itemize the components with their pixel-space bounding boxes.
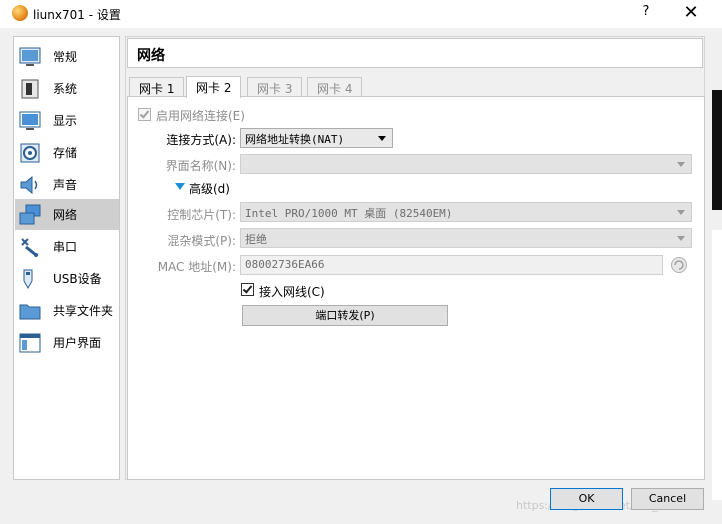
- sidebar-item-serial-port[interactable]: 串口: [15, 231, 119, 262]
- sidebar-item-system[interactable]: 系统: [15, 73, 119, 104]
- sidebar-item-general[interactable]: 常规: [15, 41, 119, 72]
- expand-triangle-icon[interactable]: [175, 183, 185, 190]
- tab-adapter-4[interactable]: 网卡 4: [307, 77, 363, 97]
- usb-icon: [18, 267, 42, 291]
- adapter-type-label: 控制芯片(T):: [167, 208, 236, 222]
- help-button[interactable]: ?: [636, 4, 656, 24]
- background-window-fragment-2: [712, 230, 722, 500]
- sidebar-item-label: 网络: [53, 208, 78, 222]
- sidebar-item-label: USB设备: [53, 272, 102, 286]
- sidebar-item-user-interface[interactable]: 用户界面: [15, 327, 119, 358]
- tab-adapter-2[interactable]: 网卡 2: [186, 76, 242, 98]
- adapter-type-select[interactable]: Intel PRO/1000 MT 桌面 (82540EM): [240, 202, 692, 222]
- sidebar-item-label: 常规: [53, 50, 78, 64]
- tab-adapter-3[interactable]: 网卡 3: [247, 77, 303, 97]
- chevron-down-icon: [677, 162, 685, 167]
- promiscuous-label: 混杂模式(P):: [167, 234, 236, 248]
- settings-sidebar: 常规 系统 显示 存储 声音 网络 串口 USB设备 共享文件夹 用户界面: [13, 36, 120, 480]
- chevron-down-icon: [378, 136, 386, 141]
- sidebar-item-audio[interactable]: 声音: [15, 169, 119, 200]
- ok-button[interactable]: OK: [550, 488, 623, 510]
- storage-icon: [18, 141, 42, 165]
- network-icon: [18, 203, 42, 227]
- cancel-button[interactable]: Cancel: [631, 488, 704, 510]
- enable-adapter-label: 启用网络连接(E): [156, 109, 245, 123]
- sidebar-item-label: 串口: [53, 240, 78, 254]
- chevron-down-icon: [677, 236, 685, 241]
- close-button[interactable]: ✕: [680, 2, 702, 24]
- display-icon: [18, 109, 42, 133]
- audio-icon: [18, 173, 42, 197]
- sidebar-item-storage[interactable]: 存储: [15, 137, 119, 168]
- virtualbox-app-icon: [12, 5, 28, 21]
- mac-label: MAC 地址(M):: [157, 260, 236, 274]
- user-interface-icon: [18, 331, 42, 355]
- attached-to-value: 网络地址转换(NAT): [245, 133, 345, 146]
- general-icon: [18, 45, 42, 69]
- window-title: liunx701 - 设置: [33, 8, 121, 22]
- background-window-fragment: [712, 90, 722, 210]
- sidebar-item-shared-folders[interactable]: 共享文件夹: [15, 295, 119, 326]
- tab-adapter-1[interactable]: 网卡 1: [129, 77, 185, 97]
- sidebar-item-label: 用户界面: [53, 336, 102, 350]
- adapter-type-value: Intel PRO/1000 MT 桌面 (82540EM): [245, 207, 453, 220]
- promiscuous-value: 拒绝: [245, 233, 267, 246]
- enable-adapter-checkbox[interactable]: [138, 108, 151, 121]
- refresh-mac-icon[interactable]: [671, 257, 687, 273]
- attached-to-label: 连接方式(A):: [166, 133, 236, 147]
- mac-field[interactable]: 08002736EA66: [240, 255, 663, 275]
- sidebar-item-label: 系统: [53, 82, 78, 96]
- serial-port-icon: [18, 235, 42, 259]
- sidebar-item-label: 存储: [53, 146, 78, 160]
- sidebar-item-label: 显示: [53, 114, 78, 128]
- name-label: 界面名称(N):: [165, 159, 236, 173]
- shared-folder-icon: [18, 299, 42, 323]
- sidebar-item-label: 声音: [53, 178, 78, 192]
- sidebar-item-usb[interactable]: USB设备: [15, 263, 119, 294]
- cable-connected-checkbox[interactable]: [241, 283, 254, 296]
- sidebar-item-network[interactable]: 网络: [15, 199, 119, 230]
- sidebar-item-label: 共享文件夹: [53, 304, 114, 318]
- page-title: 网络: [127, 38, 703, 68]
- advanced-toggle[interactable]: 高级(d): [189, 180, 230, 197]
- port-forwarding-button[interactable]: 端口转发(P): [242, 305, 448, 326]
- chevron-down-icon: [677, 210, 685, 215]
- name-select[interactable]: [240, 154, 692, 174]
- promiscuous-select[interactable]: 拒绝: [240, 228, 692, 248]
- sidebar-item-display[interactable]: 显示: [15, 105, 119, 136]
- cable-connected-label: 接入网线(C): [259, 285, 325, 299]
- attached-to-select[interactable]: 网络地址转换(NAT): [240, 128, 393, 148]
- system-icon: [18, 77, 42, 101]
